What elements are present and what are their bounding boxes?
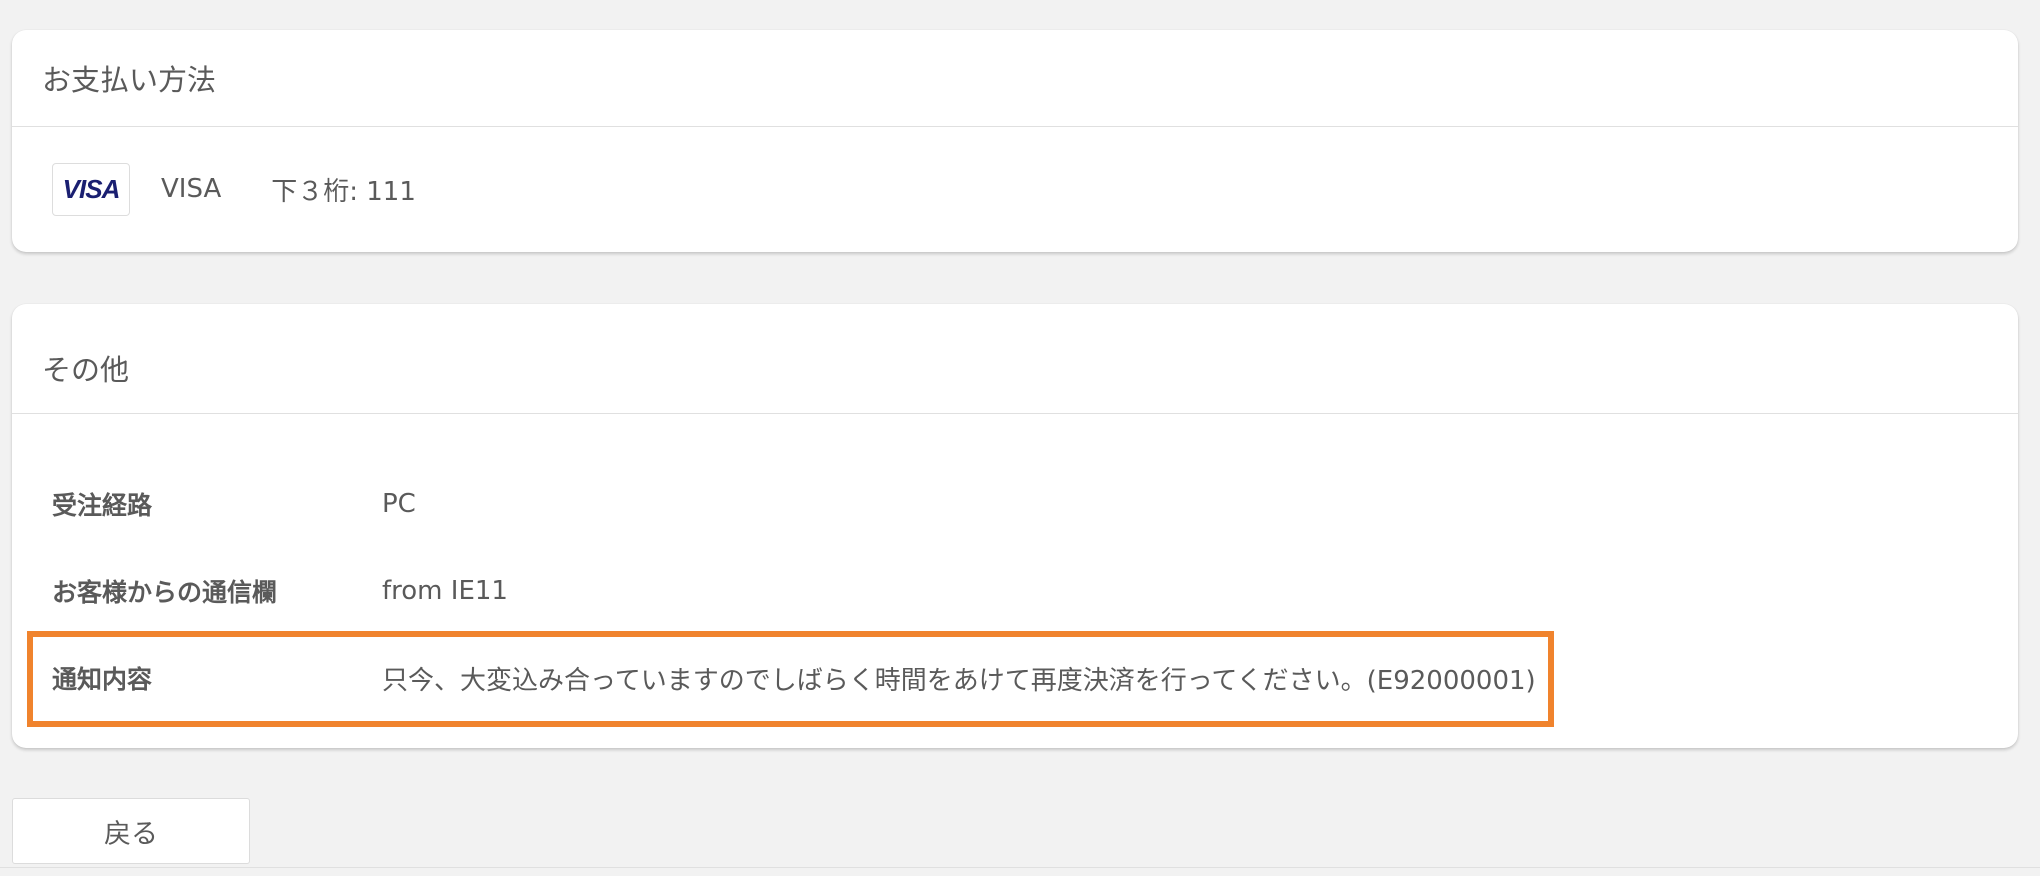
notification-row: 通知内容 只今、大変込み合っていますのでしばらく時間をあけて再度決済を行ってくだ… <box>12 635 2018 721</box>
notification-value: 只今、大変込み合っていますのでしばらく時間をあけて再度決済を行ってください。(E… <box>382 665 1536 696</box>
other-info-card: その他 受注経路 PC お客様からの通信欄 from IE11 通知内容 只今、… <box>12 304 2018 748</box>
order-channel-value: PC <box>382 489 416 519</box>
customer-message-row: お客様からの通信欄 from IE11 <box>12 548 2018 634</box>
payment-method-row: VISA VISA 下３桁: 111 <box>12 127 2018 251</box>
bottom-divider <box>0 867 2040 868</box>
card-brand: VISA <box>161 174 222 204</box>
order-channel-row: 受注経路 PC <box>12 461 2018 547</box>
order-channel-label: 受注経路 <box>52 491 153 520</box>
payment-method-title: お支払い方法 <box>12 30 2018 127</box>
customer-message-value: from IE11 <box>382 576 508 606</box>
customer-message-label: お客様からの通信欄 <box>52 578 278 607</box>
payment-method-card: お支払い方法 VISA VISA 下３桁: 111 <box>12 30 2018 252</box>
visa-logo-icon: VISA <box>52 162 130 216</box>
card-last-digits: 下３桁: 111 <box>271 176 416 207</box>
back-button[interactable]: 戻る <box>12 798 250 864</box>
notification-label: 通知内容 <box>52 665 153 694</box>
other-info-title: その他 <box>12 304 2018 414</box>
